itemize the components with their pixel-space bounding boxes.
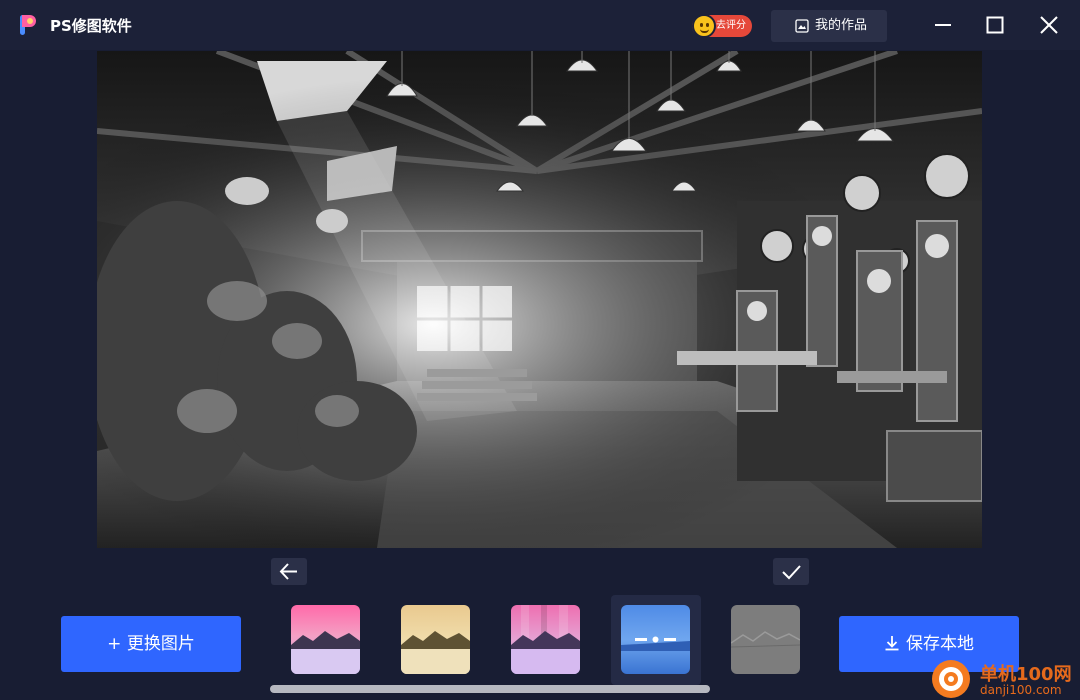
arrow-left-icon bbox=[279, 563, 297, 580]
filter-thumbnail-selected[interactable] bbox=[621, 605, 690, 674]
back-button[interactable] bbox=[271, 558, 307, 585]
rate-button[interactable]: 去评分 bbox=[692, 14, 752, 38]
replace-image-label: + 更换图片 bbox=[107, 634, 195, 654]
my-works-label: 我的作品 bbox=[815, 18, 868, 33]
maximize-icon[interactable] bbox=[984, 14, 1006, 36]
save-local-label: 保存本地 bbox=[906, 634, 974, 654]
checkmark-icon bbox=[782, 565, 801, 580]
app-title: PS修图软件 bbox=[50, 17, 132, 35]
filter-thumbnail[interactable] bbox=[731, 605, 800, 674]
replace-image-button[interactable]: + 更换图片 bbox=[61, 616, 241, 672]
grayscale-attic-photo bbox=[97, 51, 982, 548]
filter-thumbnail[interactable] bbox=[511, 605, 580, 674]
close-icon[interactable] bbox=[1038, 14, 1060, 36]
minimize-icon[interactable] bbox=[932, 14, 954, 36]
smiley-icon bbox=[692, 14, 716, 38]
rate-label: 去评分 bbox=[716, 20, 746, 31]
my-works-button[interactable]: 我的作品 bbox=[771, 10, 887, 42]
filter-thumbnail[interactable] bbox=[291, 605, 360, 674]
confirm-button[interactable] bbox=[773, 558, 809, 585]
title-bar: PS修图软件 去评分 我的作品 bbox=[0, 0, 1080, 50]
site-watermark: 单机100网 danji100.com bbox=[930, 658, 1080, 700]
watermark-logo-icon bbox=[932, 660, 970, 698]
watermark-url: danji100.com bbox=[980, 683, 1062, 697]
app-logo-icon bbox=[20, 15, 36, 35]
image-preview bbox=[97, 51, 982, 548]
download-icon bbox=[885, 636, 899, 651]
filter-thumbnail[interactable] bbox=[401, 605, 470, 674]
gallery-icon bbox=[795, 19, 809, 33]
filter-scrollbar[interactable] bbox=[270, 685, 710, 693]
